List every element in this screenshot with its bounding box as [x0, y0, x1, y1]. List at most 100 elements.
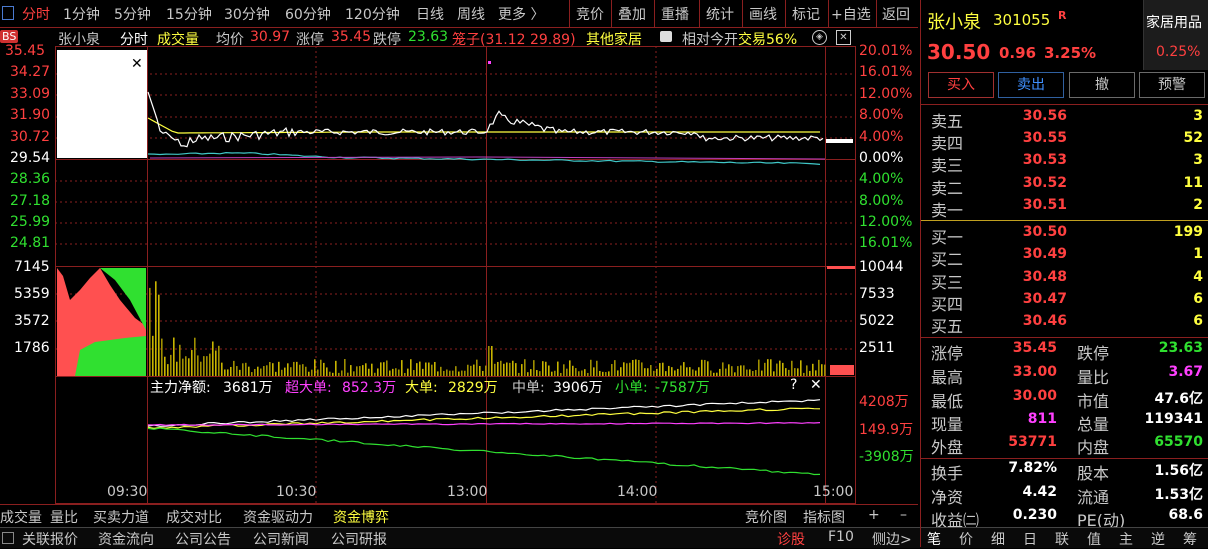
volume-bar [689, 367, 691, 376]
small-flow-line [147, 427, 821, 476]
related-quotes-link[interactable]: 关联报价 [22, 529, 78, 549]
volume-bar [491, 346, 493, 376]
ask-row[interactable]: 卖二 30.52 11 [921, 175, 1208, 198]
volume-bar [599, 370, 601, 376]
price-tick-prev-close: 29.54 [10, 150, 51, 166]
bid-row[interactable]: 买一 30.50 199 [921, 224, 1208, 247]
volume-bar [398, 369, 400, 376]
tab-buy-sell-force[interactable]: 买卖力道 [93, 507, 149, 527]
vol-tick: 1786 [14, 340, 50, 356]
volume-bar [200, 361, 202, 376]
volume-bar [173, 337, 175, 376]
volume-bar [317, 369, 319, 376]
tab-daily[interactable]: 日 [1023, 529, 1037, 549]
tab-chips[interactable]: 筹 [1183, 529, 1197, 549]
tab-trade-compare[interactable]: 成交对比 [166, 507, 222, 527]
f10-link[interactable]: F10 [828, 529, 854, 545]
tab-volume[interactable]: 成交量 [0, 507, 42, 527]
volume-bar [515, 363, 517, 376]
ask-label: 卖三 [931, 156, 964, 175]
pct-tick: 20.01% [859, 43, 913, 59]
ask-label: 卖五 [931, 112, 964, 131]
bid-row[interactable]: 买四 30.47 6 [921, 291, 1208, 314]
volume-bar [725, 368, 727, 376]
announcements-link[interactable]: 公司公告 [175, 529, 231, 549]
bid-volume: 4 [1193, 269, 1203, 285]
tab-linked[interactable]: 联 [1055, 529, 1069, 549]
ask-row[interactable]: 卖五 30.56 3 [921, 108, 1208, 131]
tab-fund-drive[interactable]: 资金驱动力 [243, 507, 313, 527]
sector-pct: 0.25% [1156, 44, 1201, 60]
pct-tick: 4.00% [859, 129, 904, 145]
volume-bar [695, 370, 697, 376]
volume-bar [536, 370, 538, 376]
volume-bar [737, 366, 739, 376]
stat-label: 市值 [1077, 392, 1110, 411]
fund-flow-link[interactable]: 资金流向 [98, 529, 154, 549]
research-reports-link[interactable]: 公司研报 [331, 529, 387, 549]
price-change-pct: 3.25% [1044, 44, 1097, 62]
mid-order-value: 3906万 [553, 380, 603, 396]
ask-row[interactable]: 卖三 30.53 3 [921, 152, 1208, 175]
bid-row[interactable]: 买三 30.48 4 [921, 269, 1208, 292]
toggle-square-icon[interactable] [2, 532, 14, 544]
volume-bar [353, 371, 355, 376]
stat-label: 外盘 [931, 438, 964, 457]
volume-bar [311, 369, 313, 376]
bid-row[interactable]: 买二 30.49 1 [921, 246, 1208, 269]
help-icon[interactable]: ? [790, 377, 797, 393]
close-fund-icon[interactable]: ✕ [810, 377, 822, 393]
ask-row[interactable]: 卖一 30.51 2 [921, 197, 1208, 220]
volume-bar [530, 369, 532, 376]
super-large-value: 852.3万 [342, 380, 397, 396]
company-news-link[interactable]: 公司新闻 [253, 529, 309, 549]
price-tick: 28.36 [10, 171, 51, 187]
volume-bar [170, 354, 172, 376]
current-price: 30.50 [927, 40, 991, 64]
tab-volume-ratio[interactable]: 量比 [50, 507, 78, 527]
cancel-order-button[interactable]: 撤 [1069, 72, 1135, 98]
event-marker [488, 61, 491, 64]
alert-button[interactable]: 预警 [1139, 72, 1205, 98]
sidebar-toggle[interactable]: 侧边> [872, 529, 912, 549]
tab-fund-game[interactable]: 资金博弈 [333, 507, 389, 527]
tab-price[interactable]: 价 [959, 529, 973, 549]
tab-value[interactable]: 值 [1087, 529, 1101, 549]
tab-reverse[interactable]: 逆 [1151, 529, 1165, 549]
volume-bar [386, 360, 388, 376]
sector-box[interactable]: 家居用品 0.25% [1143, 0, 1208, 70]
diagnose-link[interactable]: 诊股 [777, 529, 805, 549]
volume-bar [596, 360, 598, 376]
remove-pane-button[interactable]: – [900, 507, 907, 523]
sell-button[interactable]: 卖出 [998, 72, 1064, 98]
ask-row[interactable]: 卖四 30.55 52 [921, 130, 1208, 153]
stat-label: 换手 [931, 464, 964, 483]
intraday-chart[interactable]: ✕ [0, 0, 918, 504]
volume-bar [470, 365, 472, 376]
volume-bar [320, 359, 322, 376]
volume-bar [257, 366, 259, 376]
add-pane-button[interactable]: + [868, 507, 880, 523]
volume-bar [374, 372, 376, 376]
volume-bar [458, 371, 460, 376]
tab-detail[interactable]: 细 [991, 529, 1005, 549]
tab-ticks[interactable]: 笔 [927, 529, 941, 549]
vol-tick-right: 5022 [859, 313, 895, 329]
stat-label: 量比 [1077, 368, 1110, 387]
stat-value: 811 [1027, 411, 1057, 427]
volume-bar [818, 359, 820, 376]
tab-main[interactable]: 主 [1119, 529, 1133, 549]
bid-row[interactable]: 买五 30.46 6 [921, 313, 1208, 336]
buy-button[interactable]: 买入 [928, 72, 994, 98]
auction-chart-button[interactable]: 竞价图 [745, 507, 787, 527]
volume-bar [611, 364, 613, 376]
fund-flow-legend: 主力净额: 3681万 超大单: 852.3万 大单: 2829万 中单: 39… [150, 377, 850, 396]
volume-bar [164, 356, 166, 376]
volume-bar [623, 362, 625, 376]
volume-bar [224, 369, 226, 376]
indicator-chart-button[interactable]: 指标图 [803, 507, 845, 527]
volume-bar [335, 360, 337, 376]
volume-bar [392, 368, 394, 376]
stats-row: 涨停 35.45 跌停 23.63 [921, 340, 1208, 363]
volume-bar [290, 367, 292, 376]
